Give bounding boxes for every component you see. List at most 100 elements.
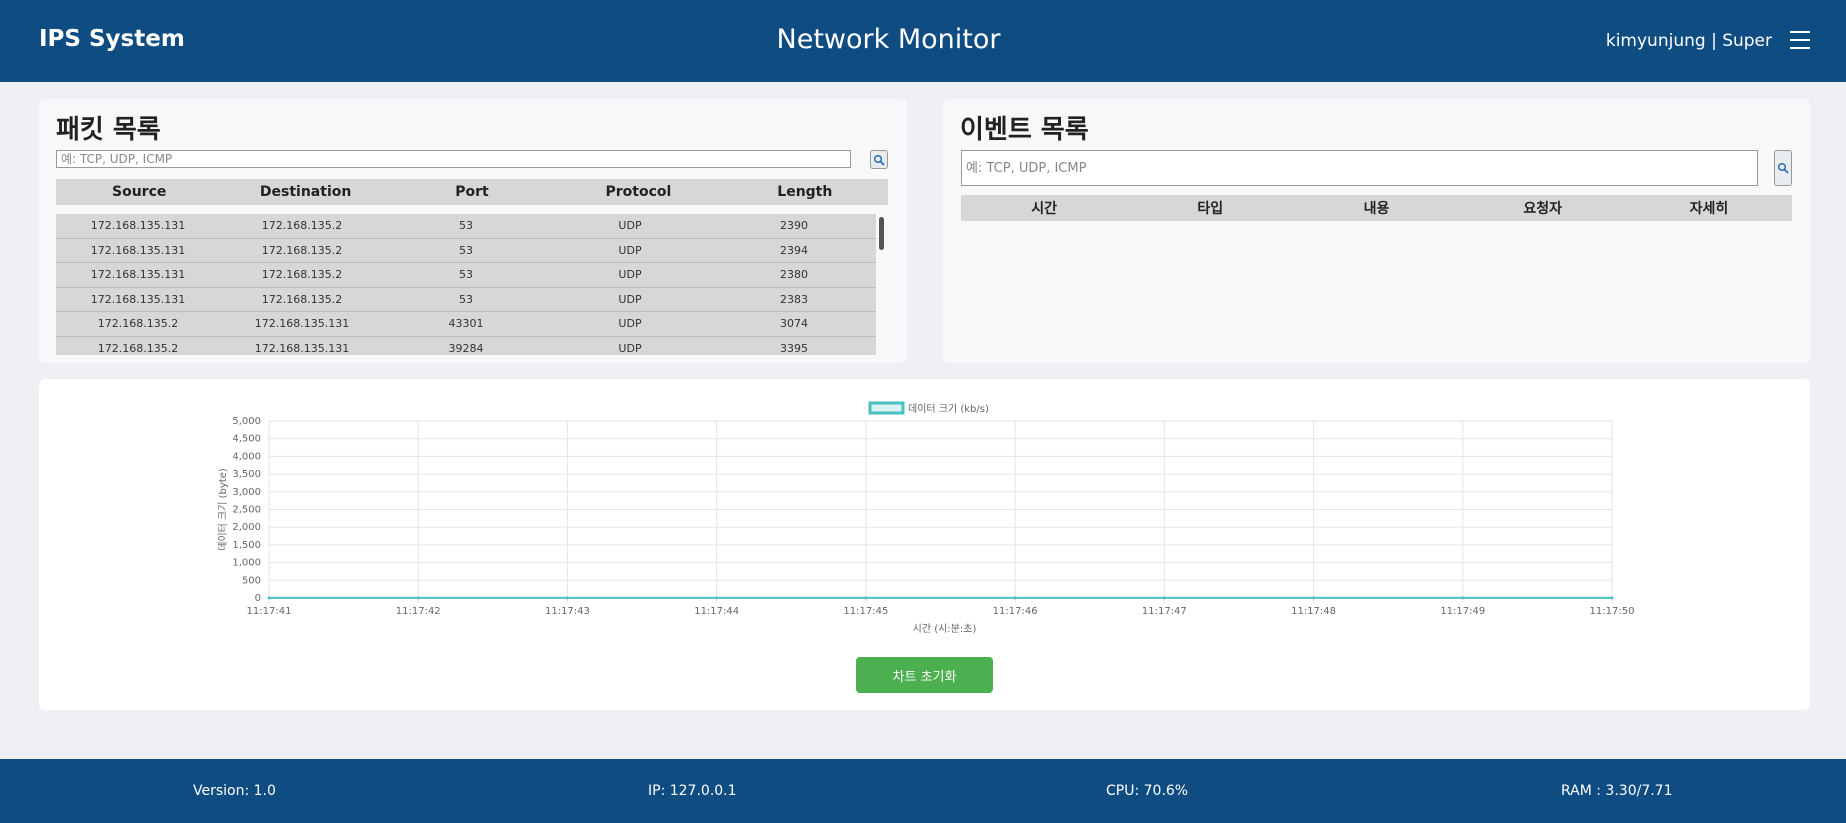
x-tick-label: 11:17:47 xyxy=(1142,606,1187,617)
cell-destination: 172.168.135.2 xyxy=(261,292,343,306)
data-point xyxy=(565,596,569,600)
status-footer: Version: 1.0 IP: 127.0.0.1 CPU: 70.6% RA… xyxy=(0,759,1846,823)
cell-protocol: UDP xyxy=(618,341,642,355)
cpu-text: CPU: 70.6% xyxy=(1106,783,1189,799)
x-tick-label: 11:17:42 xyxy=(396,606,441,617)
x-tick-label: 11:17:45 xyxy=(843,606,888,617)
traffic-chart-panel: 0 500 1,000 1,500 2,000 2,500 3,000 3,500 4,000 4… xyxy=(39,379,1810,710)
data-point xyxy=(1013,596,1017,600)
cell-length: 2390 xyxy=(780,219,808,233)
event-list-title: 이벤트 목록 xyxy=(960,115,1089,145)
hamburger-menu-icon[interactable] xyxy=(1790,31,1810,51)
packet-table-body[interactable]: 172.168.135.131 172.168.135.2 53 UDP 239… xyxy=(56,214,876,355)
cell-port: 39284 xyxy=(448,341,484,355)
cell-protocol: UDP xyxy=(618,317,642,331)
y-tick-label: 2,500 xyxy=(232,505,261,516)
table-row[interactable]: 172.168.135.131 172.168.135.2 53 UDP 238… xyxy=(56,263,876,288)
y-tick-label: 1,500 xyxy=(232,540,261,551)
cell-destination: 172.168.135.131 xyxy=(254,317,350,331)
packet-search-input[interactable] xyxy=(56,150,851,168)
version-text: Version: 1.0 xyxy=(193,783,276,799)
cell-length: 3395 xyxy=(780,341,808,355)
event-search-input[interactable] xyxy=(961,150,1758,186)
col-time[interactable]: 시간 xyxy=(961,198,1127,218)
cell-destination: 172.168.135.2 xyxy=(261,219,343,233)
data-point xyxy=(1610,596,1614,600)
cell-source: 172.168.135.131 xyxy=(90,292,186,306)
user-info: kimyunjung | Super xyxy=(1605,31,1772,51)
cell-source: 172.168.135.131 xyxy=(90,268,186,282)
cell-destination: 172.168.135.2 xyxy=(261,243,343,257)
x-tick-label: 11:17:44 xyxy=(694,606,739,617)
x-axis-label: 시간 (시:분:초) xyxy=(913,623,977,635)
packet-table-scrollbar[interactable] xyxy=(879,217,884,250)
table-row[interactable]: 172.168.135.131 172.168.135.2 53 UDP 239… xyxy=(56,238,876,263)
y-tick-label: 2,000 xyxy=(232,522,261,533)
cell-source: 172.168.135.131 xyxy=(90,243,186,257)
event-table-header: 시간 타입 내용 요청자 자세히 xyxy=(961,195,1792,221)
cell-source: 172.168.135.2 xyxy=(97,341,179,355)
x-tick-label: 11:17:41 xyxy=(247,606,292,617)
col-port[interactable]: Port xyxy=(389,184,555,200)
data-point xyxy=(864,596,868,600)
cell-protocol: UDP xyxy=(618,268,642,282)
y-tick-label: 3,000 xyxy=(232,487,261,498)
search-icon xyxy=(873,154,885,166)
cell-protocol: UDP xyxy=(618,243,642,257)
event-search-button[interactable] xyxy=(1774,150,1792,186)
col-requester[interactable]: 요청자 xyxy=(1460,198,1626,218)
table-row[interactable]: 172.168.135.2 172.168.135.131 39284 UDP … xyxy=(56,336,876,355)
y-tick-label: 1,000 xyxy=(232,558,261,569)
data-point xyxy=(1461,596,1465,600)
data-point xyxy=(1312,596,1316,600)
cell-protocol: UDP xyxy=(618,292,642,306)
ip-text: IP: 127.0.0.1 xyxy=(648,783,737,799)
cell-port: 53 xyxy=(459,268,473,282)
y-tick-label: 500 xyxy=(242,575,261,586)
y-tick-label: 0 xyxy=(255,593,261,604)
col-content[interactable]: 내용 xyxy=(1293,198,1459,218)
page-title: Network Monitor xyxy=(776,24,1001,55)
cell-port: 43301 xyxy=(448,317,484,331)
y-tick-label: 3,500 xyxy=(232,469,261,480)
cell-protocol: UDP xyxy=(618,219,642,233)
x-tick-label: 11:17:49 xyxy=(1440,606,1485,617)
cell-port: 53 xyxy=(459,292,473,306)
data-point xyxy=(715,596,719,600)
cell-length: 2380 xyxy=(780,268,808,282)
cell-port: 53 xyxy=(459,219,473,233)
table-row[interactable]: 172.168.135.131 172.168.135.2 53 UDP 239… xyxy=(56,214,876,239)
y-axis-label: 데이터 크기 (byte) xyxy=(217,468,229,551)
col-details[interactable]: 자세히 xyxy=(1626,198,1792,218)
y-tick-label: 4,000 xyxy=(232,451,261,462)
y-tick-label: 5,000 xyxy=(232,416,261,427)
event-list-panel: 이벤트 목록 시간 타입 내용 요청자 자세히 xyxy=(943,99,1810,363)
search-icon xyxy=(1777,162,1789,174)
x-tick-label: 11:17:50 xyxy=(1590,606,1635,617)
cell-destination: 172.168.135.131 xyxy=(254,341,350,355)
col-protocol[interactable]: Protocol xyxy=(555,184,721,200)
data-point xyxy=(267,596,271,600)
traffic-line-chart: 0 500 1,000 1,500 2,000 2,500 3,000 3,500 4,000 4… xyxy=(217,401,1635,635)
table-row[interactable]: 172.168.135.2 172.168.135.131 43301 UDP … xyxy=(56,312,876,337)
x-tick-label: 11:17:48 xyxy=(1291,606,1336,617)
col-type[interactable]: 타입 xyxy=(1127,198,1293,218)
cell-source: 172.168.135.131 xyxy=(90,219,186,233)
cell-destination: 172.168.135.2 xyxy=(261,268,343,282)
ram-text: RAM : 3.30/7.71 xyxy=(1561,783,1673,799)
top-header: IPS System Network Monitor kimyunjung | … xyxy=(0,0,1846,82)
chart-reset-button[interactable]: 차트 초기화 xyxy=(856,657,993,693)
y-tick-label: 4,500 xyxy=(232,434,261,445)
cell-source: 172.168.135.2 xyxy=(97,317,179,331)
x-tick-label: 11:17:43 xyxy=(545,606,590,617)
packet-list-title: 패킷 목록 xyxy=(56,115,161,145)
cell-length: 2394 xyxy=(780,243,808,257)
table-row[interactable]: 172.168.135.131 172.168.135.2 53 UDP 238… xyxy=(56,287,876,312)
data-point xyxy=(1162,596,1166,600)
packet-search-button[interactable] xyxy=(870,150,888,169)
cell-length: 2383 xyxy=(780,292,808,306)
col-source[interactable]: Source xyxy=(56,184,222,200)
x-tick-label: 11:17:46 xyxy=(993,606,1038,617)
col-destination[interactable]: Destination xyxy=(222,184,388,200)
col-length[interactable]: Length xyxy=(722,184,888,200)
